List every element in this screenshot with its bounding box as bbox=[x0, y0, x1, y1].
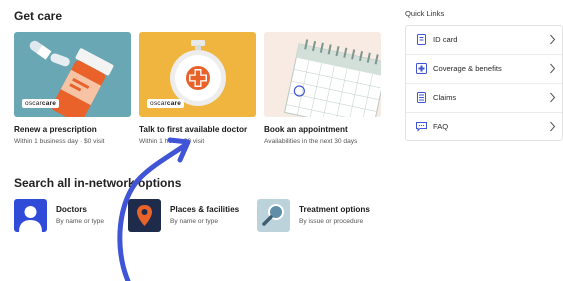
chevron-right-icon bbox=[550, 63, 556, 74]
person-icon bbox=[14, 199, 47, 232]
faq-chat-icon bbox=[416, 122, 427, 132]
id-card-icon bbox=[417, 34, 426, 45]
card-book-appointment[interactable]: Book an appointment Availabilities in th… bbox=[264, 32, 381, 145]
card-title: Book an appointment bbox=[264, 125, 348, 134]
quick-link-label: ID card bbox=[433, 35, 458, 44]
option-treatment[interactable]: Treatment options By issue or procedure bbox=[257, 199, 387, 233]
coverage-icon bbox=[416, 63, 427, 74]
claims-icon bbox=[417, 92, 426, 103]
oscar-care-logo: oscarcare bbox=[22, 99, 60, 108]
quick-link-faq[interactable]: FAQ bbox=[406, 112, 562, 141]
option-subtitle: By name or type bbox=[56, 218, 105, 225]
quick-links-title: Quick Links bbox=[405, 9, 445, 18]
chevron-right-icon bbox=[550, 121, 556, 132]
chevron-right-icon bbox=[550, 92, 556, 103]
quick-link-label: Coverage & benefits bbox=[433, 64, 502, 73]
stopwatch-image: oscarcare bbox=[139, 32, 256, 117]
quick-link-claims[interactable]: Claims bbox=[406, 83, 562, 112]
oscar-care-logo: oscarcare bbox=[147, 99, 185, 108]
card-renew-prescription[interactable]: oscarcare Renew a prescription Within 1 … bbox=[14, 32, 131, 145]
get-care-title: Get care bbox=[14, 9, 63, 23]
option-subtitle: By issue or procedure bbox=[299, 218, 364, 225]
card-talk-to-doctor[interactable]: oscarcare Talk to first available doctor… bbox=[139, 32, 256, 145]
chevron-right-icon bbox=[550, 34, 556, 45]
quick-link-label: Claims bbox=[433, 93, 457, 102]
option-title: Treatment options bbox=[299, 205, 370, 214]
calendar-image bbox=[264, 32, 381, 117]
quick-link-coverage[interactable]: Coverage & benefits bbox=[406, 54, 562, 83]
annotation-arrow bbox=[117, 137, 191, 281]
quick-link-label: FAQ bbox=[433, 122, 449, 131]
quick-link-id-card[interactable]: ID card bbox=[406, 26, 562, 54]
magnifier-icon bbox=[257, 199, 290, 232]
quick-links-panel: ID card Coverage & benefits Claims FAQ bbox=[405, 25, 563, 141]
card-subtitle: Availabilities in the next 30 days bbox=[264, 138, 358, 145]
prescription-image: oscarcare bbox=[14, 32, 131, 117]
option-title: Doctors bbox=[56, 205, 87, 214]
